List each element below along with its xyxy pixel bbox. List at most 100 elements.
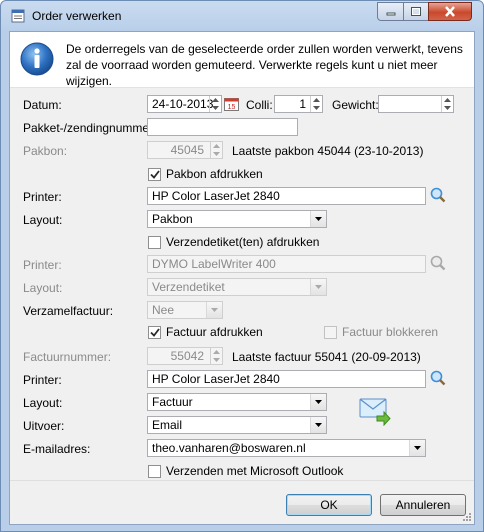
chevron-down-icon[interactable] (310, 417, 326, 433)
maximize-icon (411, 7, 421, 16)
minimize-button[interactable] (377, 2, 404, 21)
dialog-body: De orderregels van de geselecteerde orde… (9, 31, 475, 525)
colli-spinner[interactable] (310, 96, 322, 112)
spin-up-icon[interactable] (211, 142, 222, 150)
invoice-layout-select[interactable]: Factuur (147, 393, 327, 411)
email-address-value: theo.vanharen@boswaren.nl (152, 441, 306, 455)
window-title: Order verwerken (32, 9, 122, 23)
invoice-printer-value: HP Color LaserJet 2840 (152, 372, 280, 386)
send-with-outlook-checkbox[interactable] (148, 465, 161, 478)
send-with-outlook-label[interactable]: Verzenden met Microsoft Outlook (166, 464, 343, 478)
chevron-down-icon[interactable] (206, 302, 222, 318)
invoice-number-spinner[interactable] (210, 348, 222, 364)
chevron-down-icon[interactable] (409, 440, 425, 456)
minimize-icon (386, 12, 395, 15)
last-packing-slip-text: Laatste pakbon 45044 (23-10-2013) (232, 144, 424, 158)
print-invoice-label[interactable]: Factuur afdrukken (166, 325, 263, 339)
invoice-printer-field[interactable]: HP Color LaserJet 2840 (147, 370, 426, 388)
date-spinner[interactable] (209, 96, 221, 112)
date-value: 24-10-2013 (152, 97, 214, 111)
output-select[interactable]: Email (147, 416, 327, 434)
collective-invoice-label: Verzamelfactuur: (23, 304, 114, 318)
email-address-label: E-mailadres: (23, 442, 91, 456)
spin-down-icon[interactable] (210, 104, 221, 112)
cancel-button[interactable]: Annuleren (380, 494, 466, 516)
dialog-window: Order verwerken De orderregels van de ge… (0, 0, 484, 532)
label-layout-select[interactable]: Verzendetiket (147, 278, 327, 296)
packing-slip-layout-label: Layout: (23, 213, 63, 227)
print-packing-slip-checkbox[interactable] (148, 168, 161, 181)
title-bar[interactable]: Order verwerken (1, 1, 483, 31)
output-label: Uitvoer: (23, 419, 65, 433)
package-number-input[interactable] (147, 118, 298, 136)
package-number-label: Pakket-/zendingnummer: (23, 121, 157, 135)
search-icon[interactable] (430, 370, 446, 386)
collective-invoice-value: Nee (152, 303, 175, 317)
info-panel: De orderregels van de geselecteerde orde… (10, 32, 474, 88)
colli-label: Colli: (246, 98, 273, 112)
colli-value: 1 (299, 97, 306, 111)
packing-slip-layout-select[interactable]: Pakbon (147, 210, 327, 228)
packing-slip-layout-value: Pakbon (152, 212, 193, 226)
spin-down-icon[interactable] (311, 104, 322, 112)
packing-slip-number-field[interactable]: 45045 (147, 141, 223, 159)
search-icon[interactable] (430, 255, 446, 271)
weight-label: Gewicht: (332, 98, 379, 112)
chevron-down-icon[interactable] (310, 211, 326, 227)
print-packing-slip-label[interactable]: Pakbon afdrukken (166, 167, 263, 181)
resize-grip-icon[interactable] (462, 512, 472, 522)
weight-field[interactable] (378, 95, 454, 113)
weight-spinner[interactable] (441, 96, 453, 112)
invoice-printer-label: Printer: (23, 373, 62, 387)
spin-up-icon[interactable] (442, 96, 453, 104)
label-printer-value: DYMO LabelWriter 400 (152, 257, 276, 271)
checkmark-icon (149, 170, 160, 179)
ok-button[interactable]: OK (286, 494, 372, 516)
collective-invoice-select[interactable]: Nee (147, 301, 223, 319)
label-layout-value: Verzendetiket (152, 280, 225, 294)
email-address-combobox[interactable]: theo.vanharen@boswaren.nl (147, 439, 426, 457)
spin-down-icon[interactable] (211, 356, 222, 364)
chevron-down-icon[interactable] (310, 394, 326, 410)
search-icon[interactable] (430, 187, 446, 203)
close-button[interactable] (428, 2, 472, 21)
output-value: Email (152, 418, 183, 432)
maximize-button[interactable] (403, 2, 429, 21)
block-invoice-label[interactable]: Factuur blokkeren (342, 325, 438, 339)
print-label-checkbox[interactable] (148, 236, 161, 249)
order-icon (11, 9, 25, 23)
date-field[interactable]: 24-10-2013 (147, 95, 222, 113)
invoice-layout-label: Layout: (23, 396, 63, 410)
info-icon (20, 42, 54, 76)
spin-down-icon[interactable] (211, 150, 222, 158)
spin-up-icon[interactable] (211, 348, 222, 356)
spin-down-icon[interactable] (442, 104, 453, 112)
last-invoice-text: Laatste factuur 55041 (20-09-2013) (232, 350, 421, 364)
packing-slip-printer-label: Printer: (23, 190, 62, 204)
label-printer-field[interactable]: DYMO LabelWriter 400 (147, 255, 426, 273)
spin-up-icon[interactable] (311, 96, 322, 104)
close-icon (445, 6, 455, 17)
packing-slip-printer-field[interactable]: HP Color LaserJet 2840 (147, 187, 426, 205)
packing-slip-printer-value: HP Color LaserJet 2840 (152, 189, 280, 203)
packing-slip-number-value: 45045 (170, 143, 204, 157)
checkmark-icon (149, 328, 160, 337)
invoice-number-value: 55042 (170, 349, 204, 363)
print-invoice-checkbox[interactable] (148, 326, 161, 339)
info-message: De orderregels van de geselecteerde orde… (66, 42, 463, 88)
block-invoice-checkbox[interactable] (324, 326, 337, 339)
spin-up-icon[interactable] (210, 96, 221, 104)
invoice-number-field[interactable]: 55042 (147, 347, 223, 365)
colli-field[interactable]: 1 (274, 95, 323, 113)
packing-slip-spinner[interactable] (210, 142, 222, 158)
invoice-number-label: Factuurnummer: (23, 350, 112, 364)
print-label-label[interactable]: Verzendetiket(ten) afdrukken (166, 235, 319, 249)
invoice-layout-value: Factuur (152, 395, 193, 409)
calendar-icon[interactable]: 15 (224, 96, 239, 111)
footer-divider (10, 480, 474, 481)
chevron-down-icon[interactable] (310, 279, 326, 295)
packing-slip-label: Pakbon: (23, 144, 68, 158)
email-send-icon (359, 398, 391, 426)
label-printer-label: Printer: (23, 258, 62, 272)
calendar-day-text: 15 (228, 104, 236, 111)
